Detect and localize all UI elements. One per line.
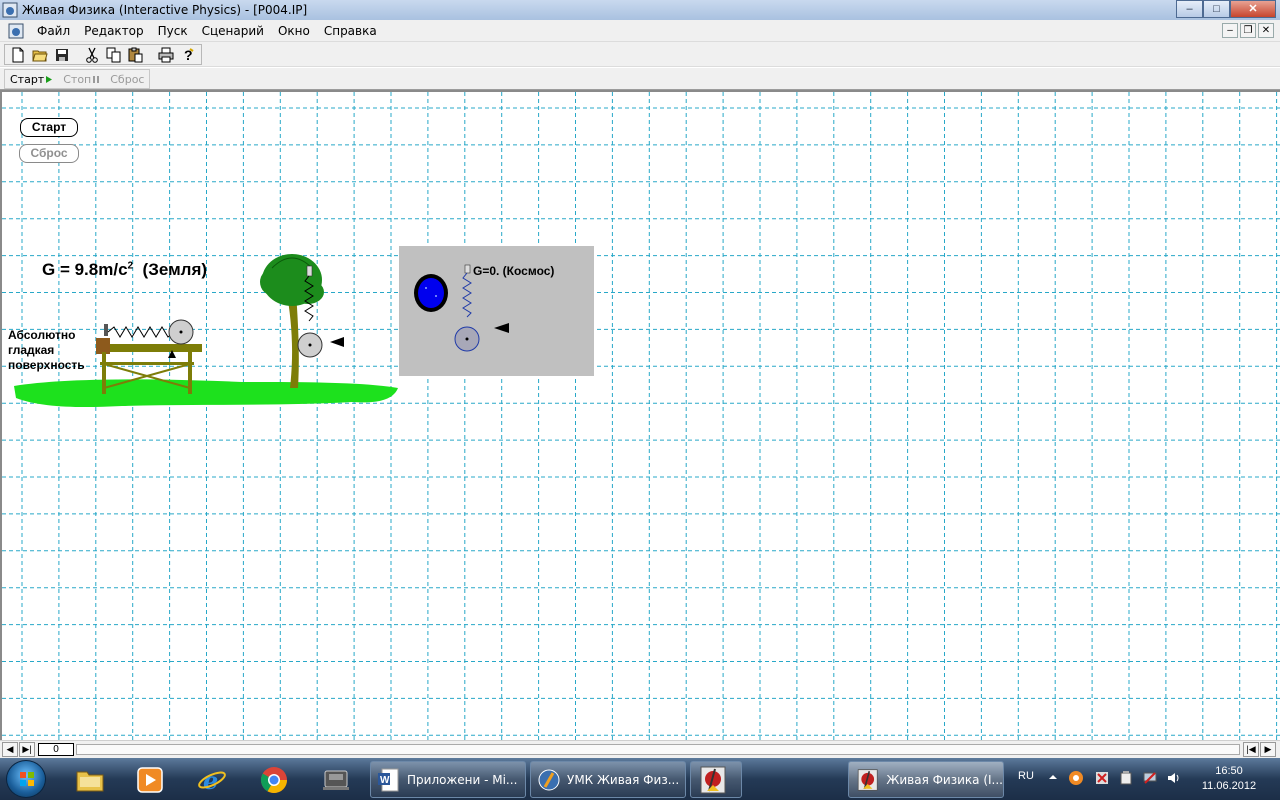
control-reset-label: Сброс (110, 72, 145, 86)
minimize-button[interactable]: – (1176, 0, 1203, 18)
toolbar: ? (0, 42, 1280, 67)
internet-explorer-icon[interactable]: e (186, 762, 238, 798)
save-icon[interactable] (52, 46, 72, 64)
copy-icon[interactable] (104, 46, 124, 64)
taskbar-task-physics-active[interactable]: Живая Физика (I... (848, 761, 1004, 798)
menu-bar: Файл Редактор Пуск Сценарий Окно Справка… (0, 20, 1280, 42)
earth-scene (14, 246, 594, 408)
frame-counter[interactable]: 0 (38, 743, 74, 756)
step-forward-button[interactable]: ▶| (19, 742, 35, 757)
menu-script[interactable]: Сценарий (195, 24, 271, 38)
clock-time: 16:50 (1215, 765, 1243, 777)
window-title: Живая Физика (Interactive Physics) - [P0… (22, 3, 308, 17)
ground-surface (14, 379, 398, 408)
device-icon[interactable] (310, 762, 362, 798)
title-bar[interactable]: Живая Физика (Interactive Physics) - [P0… (0, 0, 1280, 20)
tray-expand-icon[interactable] (1048, 772, 1058, 782)
earth-arrow-marker (330, 337, 344, 347)
mdi-restore-button[interactable]: ❐ (1240, 23, 1256, 38)
close-button[interactable]: ✕ (1230, 0, 1276, 18)
play-icon (46, 75, 53, 83)
document-icon[interactable] (8, 23, 24, 39)
maximize-button[interactable]: □ (1203, 0, 1230, 18)
paste-icon[interactable] (126, 46, 146, 64)
scroll-left-button[interactable]: ◀ (2, 742, 18, 757)
clock[interactable]: 16:50 11.06.2012 (1198, 764, 1260, 794)
windows-logo-icon (20, 772, 34, 786)
word-icon: W (378, 768, 399, 791)
taskbar-task-word-label: Приложени - Mi... (407, 772, 518, 787)
menu-editor[interactable]: Редактор (77, 24, 150, 38)
clock-date: 11.06.2012 (1201, 780, 1257, 792)
network-icon[interactable] (1142, 770, 1158, 786)
cut-icon[interactable] (82, 46, 102, 64)
toolbar-group: ? (4, 44, 202, 65)
mdi-close-button[interactable]: ✕ (1258, 23, 1274, 38)
scroll-right-button[interactable]: ▶ (1260, 742, 1276, 757)
app-icon (2, 2, 18, 18)
tray-shield-icon[interactable] (1094, 770, 1110, 786)
tree (260, 254, 324, 388)
tray-device-icon[interactable] (1118, 770, 1134, 786)
menu-window[interactable]: Окно (271, 24, 317, 38)
control-bar: Старт Стоп Сброс (0, 68, 1280, 90)
physics-app-icon (700, 766, 726, 793)
tray-app-icon[interactable] (1068, 770, 1084, 786)
control-stop-label: Стоп (63, 72, 92, 86)
media-player-icon[interactable] (124, 762, 176, 798)
mdi-minimize-button[interactable]: – (1222, 23, 1238, 38)
pause-icon (93, 75, 100, 83)
physics-app-icon (538, 769, 560, 790)
taskbar-task-word[interactable]: W Приложени - Mi... (370, 761, 526, 798)
start-button[interactable] (6, 760, 46, 798)
explorer-icon[interactable] (64, 762, 116, 798)
control-start-button[interactable]: Старт (5, 73, 58, 86)
app-window: Живая Физика (Interactive Physics) - [P0… (0, 0, 1280, 800)
help-icon[interactable]: ? (178, 46, 198, 64)
simulation-workspace[interactable]: Старт Сброс G = 9.8m/c2 (Земля) Абсолютн… (0, 90, 1280, 740)
physics-app-icon (857, 768, 878, 791)
new-icon[interactable] (8, 46, 28, 64)
chrome-icon[interactable] (248, 762, 300, 798)
control-group: Старт Стоп Сброс (4, 69, 151, 89)
menu-file[interactable]: Файл (30, 24, 77, 38)
svg-text:W: W (380, 775, 390, 786)
taskbar-task-physics-1[interactable] (690, 761, 742, 798)
menu-help[interactable]: Справка (317, 24, 384, 38)
svg-text:e: e (203, 766, 218, 795)
space-gravity-label: G=0. (Космос) (473, 264, 555, 278)
taskbar-task-umk-label: УМК Живая Физ... (567, 772, 680, 787)
timeline-scrollbar[interactable]: ◀ ▶| 0 |◀ ▶ (0, 740, 1280, 758)
print-icon[interactable] (156, 46, 176, 64)
control-start-label: Старт (10, 72, 45, 86)
taskbar-task-umk[interactable]: УМК Живая Физ... (530, 761, 686, 798)
step-back-button[interactable]: |◀ (1243, 742, 1259, 757)
taskbar: e W Приложени - Mi... УМК Живая Физ... Ж… (0, 758, 1280, 800)
scroll-track[interactable] (76, 744, 1240, 755)
menu-run[interactable]: Пуск (151, 24, 195, 38)
control-stop-button[interactable]: Стоп (58, 73, 105, 86)
open-icon[interactable] (30, 46, 50, 64)
control-reset-button[interactable]: Сброс (105, 73, 149, 86)
language-indicator[interactable]: RU (1018, 770, 1034, 782)
volume-icon[interactable] (1166, 770, 1182, 786)
taskbar-task-physics-active-label: Живая Физика (I... (886, 772, 1003, 787)
